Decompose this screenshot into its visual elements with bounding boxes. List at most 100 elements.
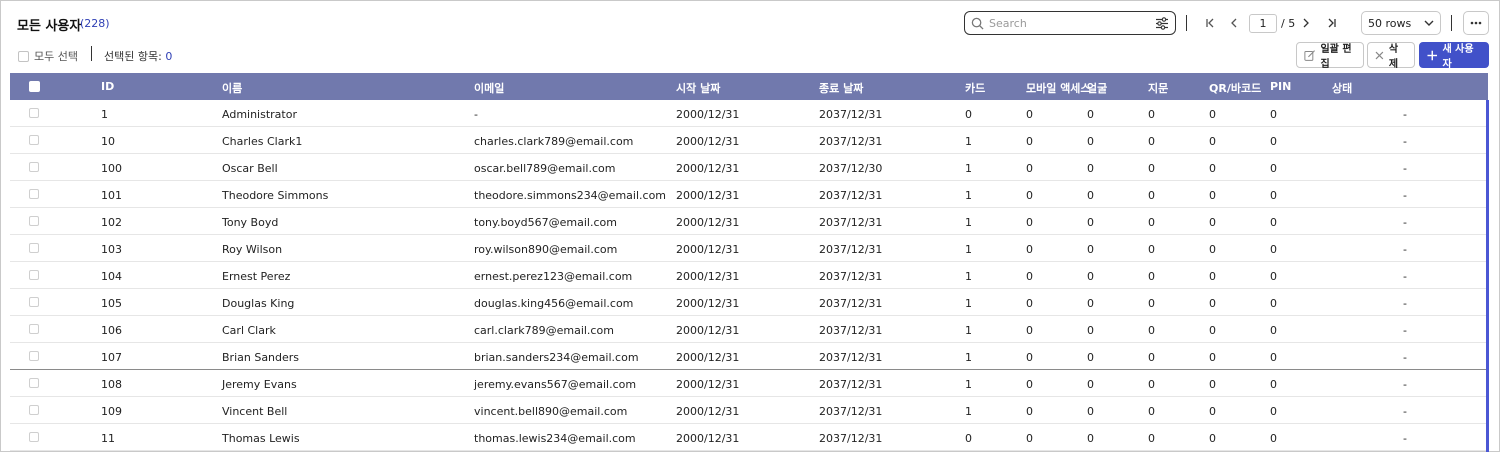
select-all-label: 모두 선택 (34, 50, 78, 63)
last-page-icon (1328, 18, 1336, 28)
chevron-left-icon (1231, 18, 1237, 28)
cell-pin: 0 (1270, 297, 1277, 310)
table-row[interactable]: 103 Roy Wilson roy.wilson890@email.com 2000… (10, 235, 1488, 262)
cell-end-date: 2037/12/31 (819, 324, 883, 337)
row-select-checkbox[interactable] (29, 324, 39, 334)
cell-email: carl.clark789@email.com (474, 324, 614, 337)
cell-id: 100 (101, 162, 122, 175)
table-row[interactable]: 11 Thomas Lewis thomas.lewis234@email.com 2… (10, 424, 1488, 451)
cell-pin: 0 (1270, 432, 1277, 445)
cell-pin: 0 (1270, 189, 1277, 202)
row-select-checkbox[interactable] (29, 135, 39, 145)
cell-qr-barcode: 0 (1209, 216, 1216, 229)
row-select-checkbox[interactable] (29, 189, 39, 199)
cell-end-date: 2037/12/30 (819, 162, 883, 175)
header-select-checkbox[interactable] (29, 81, 40, 92)
prev-page-button[interactable] (1227, 14, 1241, 32)
select-all-checkbox[interactable]: 모두 선택 (18, 48, 78, 64)
table-row[interactable]: 109 Vincent Bell vincent.bell890@email.com… (10, 397, 1488, 424)
cell-mobile-access: 0 (1026, 270, 1033, 283)
more-options-button[interactable] (1463, 11, 1489, 35)
cell-mobile-access: 0 (1026, 135, 1033, 148)
column-header-email[interactable]: 이메일 (474, 80, 504, 96)
cell-fingerprint: 0 (1148, 216, 1155, 229)
row-select-checkbox[interactable] (29, 297, 39, 307)
table-row[interactable]: 1 0 Charles Clark1 charles.clark789@email.c… (10, 127, 1488, 154)
cell-name: Jeremy Evans (222, 378, 297, 391)
cell-face: 0 (1087, 297, 1094, 310)
column-header-face[interactable]: 얼굴 (1087, 80, 1107, 96)
table-row[interactable]: 108 Jeremy Evans jeremy.evans567@email.com… (10, 370, 1488, 397)
cell-face: 0 (1087, 351, 1094, 364)
chevron-down-icon (1424, 20, 1434, 26)
cell-end-date: 2037/12/31 (819, 135, 883, 148)
row-select-checkbox[interactable] (29, 405, 39, 415)
search-input[interactable] (989, 16, 1155, 30)
table-row[interactable]: 102 Tony Boyd tony.boyd567@email.com 2000/1… (10, 208, 1488, 235)
cell-card: 1 (965, 135, 972, 148)
search-box[interactable] (964, 11, 1176, 35)
column-header-end-date[interactable]: 종료 날짜 (819, 80, 863, 96)
table-row[interactable]: 107 Brian Sanders brian.sanders234@email.c… (10, 343, 1488, 370)
cell-qr-barcode: 0 (1209, 378, 1216, 391)
cell-name: Charles Clark1 (222, 135, 303, 148)
cell-id: 104 (101, 270, 122, 283)
cell-card: 1 (965, 270, 972, 283)
row-select-checkbox[interactable] (29, 432, 39, 442)
scrollbar[interactable] (1486, 100, 1489, 452)
delete-button[interactable]: 삭제 (1367, 42, 1415, 70)
new-user-button[interactable]: 새 사용자 (1419, 42, 1489, 70)
table-row[interactable]: 105 Douglas King douglas.king456@email.com… (10, 289, 1488, 316)
column-header-id[interactable]: ID (101, 80, 114, 93)
cell-email: brian.sanders234@email.com (474, 351, 639, 364)
cell-pin: 0 (1270, 135, 1277, 148)
cell-email: tony.boyd567@email.com (474, 216, 617, 229)
rows-per-page-select[interactable]: 50 rows (1361, 11, 1441, 35)
cell-status: - (1403, 108, 1407, 121)
cell-qr-barcode: 0 (1209, 432, 1216, 445)
user-count: (228) (80, 17, 110, 30)
cell-id: 106 (101, 324, 122, 337)
table-row[interactable]: 106 Carl Clark carl.clark789@email.com 2000… (10, 316, 1488, 343)
cell-status: - (1403, 324, 1407, 337)
cell-end-date: 2037/12/31 (819, 405, 883, 418)
row-select-checkbox[interactable] (29, 108, 39, 118)
cell-card: 0 (965, 432, 972, 445)
cell-status: - (1403, 135, 1407, 148)
table-row[interactable]: 101 Theodore Simmons theodore.simmons234@e… (10, 181, 1488, 208)
column-header-start-date[interactable]: 시작 날짜 (676, 80, 720, 96)
column-header-qr-barcode[interactable]: QR/바코드 (1209, 80, 1261, 96)
cell-email: charles.clark789@email.com (474, 135, 634, 148)
close-icon (1375, 51, 1384, 59)
row-select-checkbox[interactable] (29, 351, 39, 361)
column-header-card[interactable]: 카드 (965, 80, 985, 96)
filter-settings-icon[interactable] (1155, 16, 1169, 30)
table-row[interactable]: 100 Oscar Bell oscar.bell789@email.com 2000… (10, 154, 1488, 181)
cell-name: Douglas King (222, 297, 295, 310)
column-header-name[interactable]: 이름 (222, 80, 242, 96)
cell-fingerprint: 0 (1148, 324, 1155, 337)
cell-status: - (1403, 162, 1407, 175)
row-select-checkbox[interactable] (29, 216, 39, 226)
next-page-button[interactable] (1299, 14, 1313, 32)
row-select-checkbox[interactable] (29, 162, 39, 172)
column-header-pin[interactable]: PIN (1270, 80, 1291, 93)
column-header-fingerprint[interactable]: 지문 (1148, 80, 1168, 96)
cell-fingerprint: 0 (1148, 297, 1155, 310)
cell-email: oscar.bell789@email.com (474, 162, 616, 175)
bulk-edit-button[interactable]: 일괄 편집 (1296, 42, 1364, 70)
cell-fingerprint: 0 (1148, 351, 1155, 364)
table-row[interactable]: 1 Administrator - 2000/12/31 2037/12/31 0 0 0 0 0… (10, 100, 1488, 127)
plus-icon (1427, 50, 1438, 60)
last-page-button[interactable] (1325, 14, 1339, 32)
page-number-input[interactable]: 1 (1249, 14, 1277, 33)
table-row[interactable]: 104 Ernest Perez ernest.perez123@email.com… (10, 262, 1488, 289)
first-page-button[interactable] (1203, 14, 1217, 32)
row-select-checkbox[interactable] (29, 378, 39, 388)
cell-face: 0 (1087, 432, 1094, 445)
row-select-checkbox[interactable] (29, 270, 39, 280)
row-select-checkbox[interactable] (29, 243, 39, 253)
column-header-status[interactable]: 상태 (1332, 80, 1352, 96)
cell-start-date: 2000/12/31 (676, 135, 740, 148)
column-header-mobile-access[interactable]: 모바일 액세스 (1026, 80, 1091, 96)
